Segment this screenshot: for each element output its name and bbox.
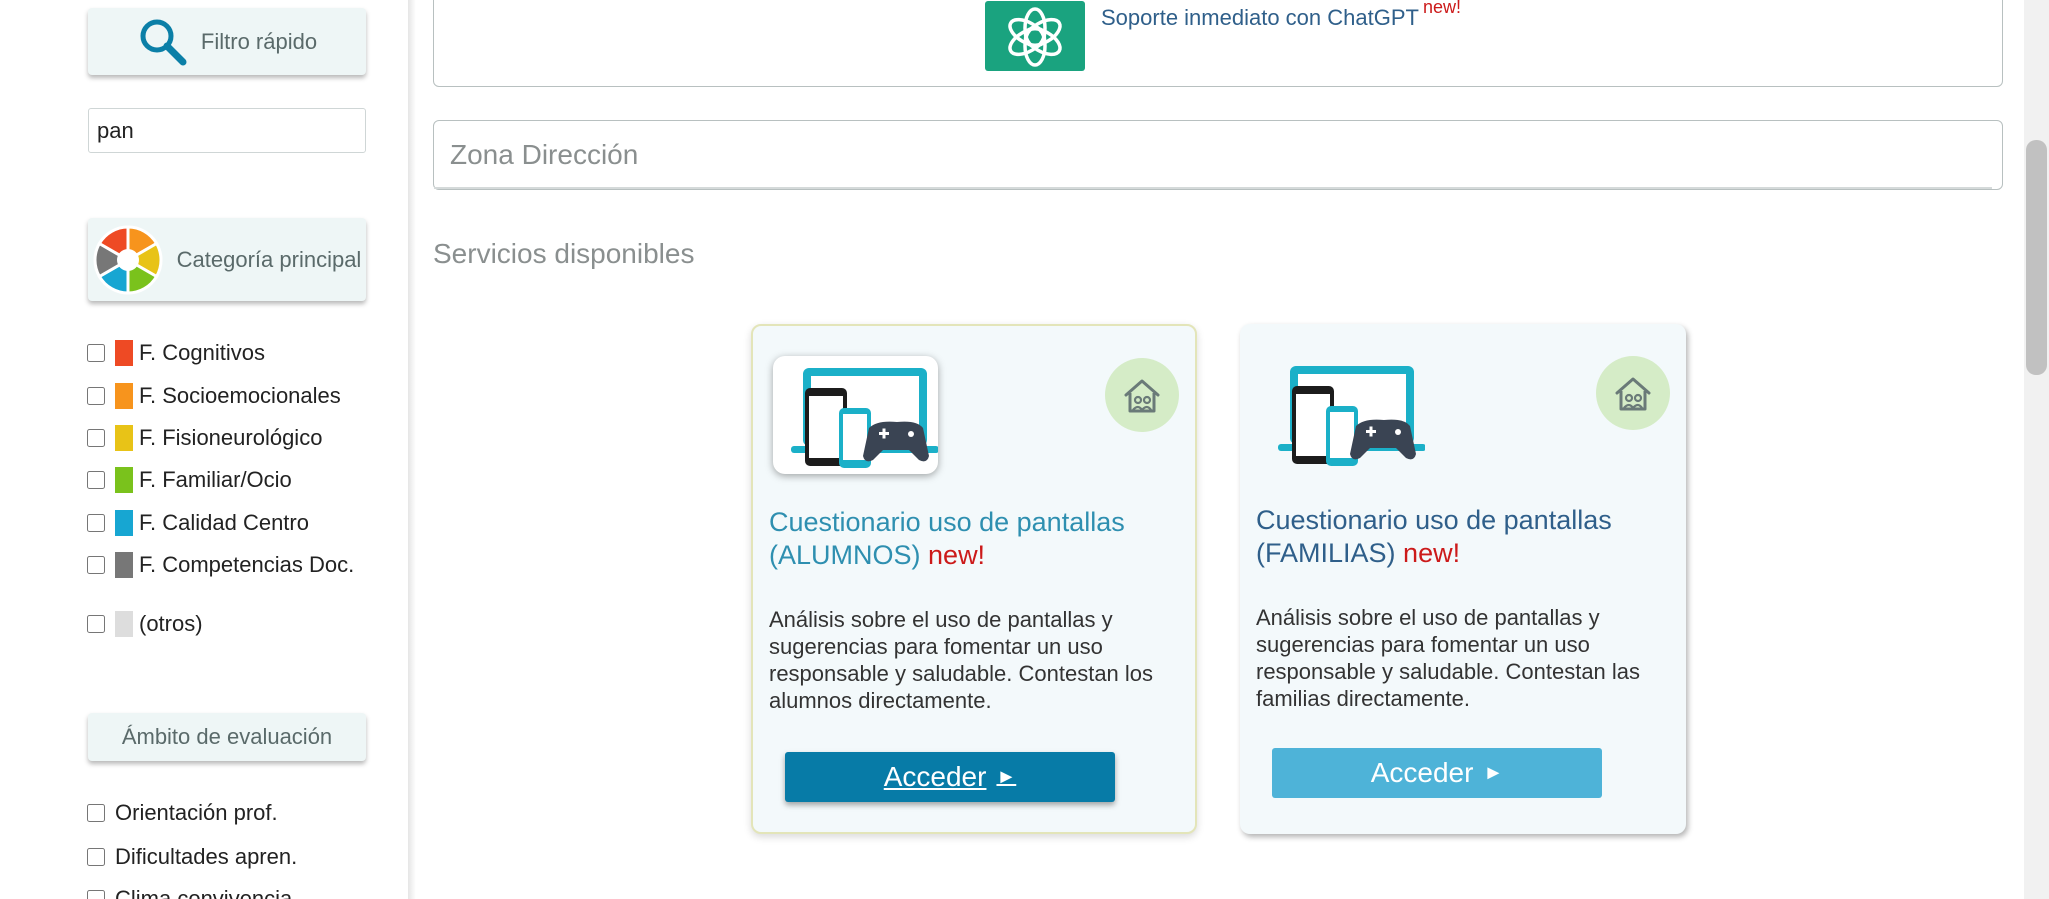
scope-checkbox[interactable] — [87, 848, 105, 866]
category-color-swatch — [115, 383, 133, 409]
main-category-label: Categoría principal — [176, 246, 362, 272]
chatgpt-knot-icon — [1008, 7, 1062, 67]
support-link[interactable]: Soporte inmediato con ChatGPT new! — [1101, 0, 1461, 31]
search-input[interactable] — [88, 108, 366, 153]
scope-row[interactable]: Orientación prof. — [87, 798, 278, 828]
category-row[interactable]: F. Calidad Centro — [87, 508, 309, 538]
zone-direccion-panel[interactable]: Zona Dirección — [433, 120, 2003, 190]
screens-icon — [791, 368, 939, 468]
category-label: (otros) — [139, 611, 203, 636]
card-description: Análisis sobre el uso de pantallas y sug… — [1256, 605, 1641, 711]
devices-illustration — [1260, 354, 1426, 472]
category-checkbox[interactable] — [87, 615, 105, 633]
card-title[interactable]: Cuestionario uso de pantallas (FAMILIAS)… — [1256, 504, 1676, 570]
category-checkbox[interactable] — [87, 556, 105, 574]
category-row[interactable]: F. Socioemocionales — [87, 381, 341, 411]
category-wheel-icon — [93, 224, 163, 295]
card-title-suffix: (ALUMNOS) — [769, 540, 921, 570]
category-row[interactable]: F. Cognitivos — [87, 338, 265, 368]
scrollbar-track[interactable] — [2024, 0, 2049, 899]
zone-title: Zona Dirección — [450, 139, 639, 170]
category-label: F. Competencias Doc. — [139, 552, 355, 577]
card-description: Análisis sobre el uso de pantallas y sug… — [769, 607, 1154, 713]
category-color-swatch — [115, 611, 133, 637]
services-title: Servicios disponibles — [433, 238, 695, 269]
play-arrow-icon: ► — [1483, 761, 1504, 784]
service-card-alumnos: Cuestionario uso de pantallas (ALUMNOS) … — [751, 324, 1197, 834]
card-title[interactable]: Cuestionario uso de pantallas (ALUMNOS) … — [769, 506, 1189, 572]
search-icon — [140, 19, 187, 65]
card-title-text: Cuestionario uso de pantallas — [1256, 505, 1612, 535]
category-label: F. Calidad Centro — [139, 510, 309, 535]
acceder-button[interactable]: Acceder ► — [785, 752, 1115, 802]
devices-illustration — [773, 356, 939, 474]
acceder-button-label: Acceder — [883, 761, 987, 792]
category-checkbox[interactable] — [87, 471, 105, 489]
category-label: F. Cognitivos — [139, 340, 265, 365]
new-badge: new! — [928, 540, 986, 570]
acceder-button[interactable]: Acceder ► — [1272, 748, 1602, 798]
category-checkbox[interactable] — [87, 387, 105, 405]
acceder-button-label: Acceder — [1370, 757, 1474, 788]
scope-label: Ámbito de evaluación — [121, 724, 333, 749]
support-text: Soporte inmediato con ChatGPT — [1101, 5, 1419, 30]
sidebar: Filtro rápido Categoría principal F. Co — [0, 0, 412, 899]
play-arrow-icon: ► — [996, 765, 1017, 788]
main-category-card[interactable]: Categoría principal — [88, 218, 366, 301]
new-badge: new! — [1422, 0, 1461, 17]
scope-item-label: Orientación prof. — [115, 800, 278, 825]
scope-item-label: Clima convivencia — [115, 886, 293, 899]
home-family-icon — [1124, 379, 1160, 413]
category-row[interactable]: F. Fisioneurológico — [87, 423, 322, 453]
main-content: Soporte inmediato con ChatGPT new! Zona D… — [416, 0, 2024, 899]
category-checkbox[interactable] — [87, 514, 105, 532]
category-checkbox[interactable] — [87, 429, 105, 447]
category-color-swatch — [115, 340, 133, 366]
scope-card[interactable]: Ámbito de evaluación — [88, 713, 366, 761]
chatgpt-logo-icon[interactable] — [985, 1, 1085, 71]
home-family-badge — [1105, 358, 1179, 432]
category-color-swatch — [115, 467, 133, 493]
category-label: F. Fisioneurológico — [139, 425, 323, 450]
category-label: F. Socioemocionales — [139, 383, 341, 408]
home-family-icon — [1615, 377, 1651, 411]
category-color-swatch — [115, 552, 133, 578]
service-card-familias: Cuestionario uso de pantallas (FAMILIAS)… — [1240, 324, 1686, 834]
quick-filter-card[interactable]: Filtro rápido — [88, 8, 366, 75]
scope-item-label: Dificultades apren. — [115, 844, 298, 869]
scope-row[interactable]: Clima convivencia — [87, 884, 292, 899]
quick-filter-label: Filtro rápido — [200, 28, 318, 54]
category-label: F. Familiar/Ocio — [139, 467, 292, 492]
new-badge: new! — [1403, 538, 1461, 568]
card-title-suffix: (FAMILIAS) — [1256, 538, 1396, 568]
scrollbar-thumb[interactable] — [2026, 140, 2047, 375]
card-title-text: Cuestionario uso de pantallas — [769, 507, 1125, 537]
screens-icon — [1278, 366, 1426, 466]
category-color-swatch — [115, 510, 133, 536]
page: Filtro rápido Categoría principal F. Co — [0, 0, 2049, 899]
category-color-swatch — [115, 425, 133, 451]
scope-checkbox[interactable] — [87, 804, 105, 822]
category-row[interactable]: (otros) — [87, 609, 203, 639]
category-checkbox[interactable] — [87, 344, 105, 362]
scope-row[interactable]: Dificultades apren. — [87, 842, 297, 872]
home-family-badge — [1596, 356, 1670, 430]
category-row[interactable]: F. Competencias Doc. — [87, 550, 354, 580]
zone-underline — [434, 187, 1992, 189]
sidebar-divider — [408, 0, 416, 899]
scope-checkbox[interactable] — [87, 890, 105, 899]
support-card[interactable]: Soporte inmediato con ChatGPT new! — [433, 0, 2003, 87]
category-row[interactable]: F. Familiar/Ocio — [87, 465, 292, 495]
